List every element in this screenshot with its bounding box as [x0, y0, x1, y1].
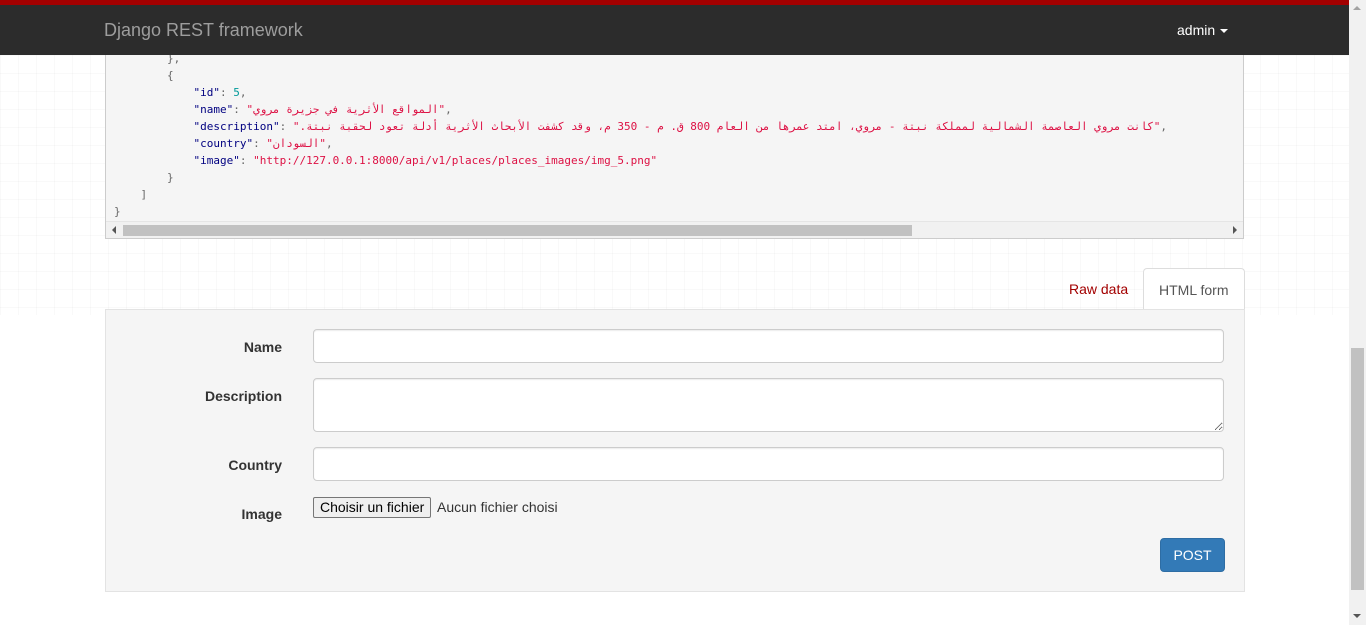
- code-line: "image": "http://127.0.0.1:8000/api/v1/p…: [114, 152, 1167, 169]
- code-token: "http://127.0.0.1:8000/api/v1/places/pla…: [253, 154, 658, 167]
- code-line: }: [114, 203, 1167, 220]
- country-label: Country: [228, 457, 282, 473]
- response-panel: }, { "id": 5, "name": "المواقع الأثرية ف…: [105, 55, 1244, 239]
- code-token: }: [114, 205, 121, 218]
- vertical-scrollbar[interactable]: [1349, 0, 1366, 625]
- code-line: "id": 5,: [114, 84, 1167, 101]
- user-menu-label: admin: [1177, 22, 1216, 38]
- code-token: ,: [1160, 120, 1168, 133]
- name-label: Name: [243, 339, 282, 355]
- code-token: ]: [114, 188, 148, 201]
- tab-raw-data[interactable]: Raw data: [1054, 268, 1143, 310]
- code-line: "description": "كانت مروي العاصمة الشمال…: [114, 118, 1167, 135]
- navbar: Django REST framework admin: [0, 0, 1349, 55]
- code-token: "description": [193, 120, 280, 133]
- code-token: ,: [325, 137, 333, 150]
- code-token: :: [219, 86, 234, 99]
- code-line: ]: [114, 186, 1167, 203]
- caret-down-icon: [1220, 29, 1229, 34]
- horizontal-scroll-thumb[interactable]: [123, 225, 912, 236]
- code-token: :: [239, 154, 254, 167]
- code-line: }: [114, 169, 1167, 186]
- code-token: "name": [193, 103, 234, 116]
- post-button[interactable]: POST: [1160, 538, 1225, 572]
- code-line: {: [114, 67, 1167, 84]
- country-input[interactable]: [313, 447, 1224, 481]
- code-token: "image": [193, 154, 240, 167]
- code-token: "السودان": [266, 137, 326, 150]
- code-line: "country": "السودان",: [114, 135, 1167, 152]
- scroll-down-icon[interactable]: [1353, 614, 1361, 618]
- code-token: "المواقع الأثرية في جزيرة مروي": [246, 103, 446, 116]
- code-token: :: [253, 137, 267, 150]
- code-token: 5: [233, 86, 240, 99]
- user-menu[interactable]: admin: [1177, 22, 1229, 38]
- code-token: :: [233, 103, 247, 116]
- vertical-scroll-thumb[interactable]: [1351, 348, 1364, 590]
- code-token: ,: [445, 103, 452, 116]
- file-status-text: Aucun fichier choisi: [437, 499, 558, 515]
- code-token: {: [114, 69, 174, 82]
- code-token: :: [279, 120, 293, 133]
- horizontal-scrollbar[interactable]: [106, 221, 1243, 238]
- response-json: }, { "id": 5, "name": "المواقع الأثرية ف…: [114, 55, 1167, 220]
- scroll-up-icon[interactable]: [1353, 6, 1361, 10]
- description-label: Description: [204, 388, 282, 404]
- code-line: },: [114, 55, 1167, 67]
- name-input[interactable]: [313, 329, 1224, 363]
- scroll-right-icon[interactable]: [1233, 226, 1237, 234]
- code-token: },: [114, 55, 181, 65]
- code-token: }: [114, 171, 174, 184]
- tab-html-form[interactable]: HTML form: [1143, 268, 1245, 310]
- code-token: "country": [193, 137, 254, 150]
- brand-link[interactable]: Django REST framework: [104, 20, 303, 41]
- code-token: ,: [239, 86, 247, 99]
- scroll-left-icon[interactable]: [112, 226, 116, 234]
- choose-file-button[interactable]: Choisir un fichier: [313, 497, 432, 518]
- code-line: "name": "المواقع الأثرية في جزيرة مروي",: [114, 101, 1167, 118]
- code-token: "id": [193, 86, 220, 99]
- code-token: "كانت مروي العاصمة الشمالية لمملكة نبتة …: [292, 120, 1161, 133]
- image-label: Image: [241, 506, 282, 522]
- description-input[interactable]: [313, 378, 1224, 432]
